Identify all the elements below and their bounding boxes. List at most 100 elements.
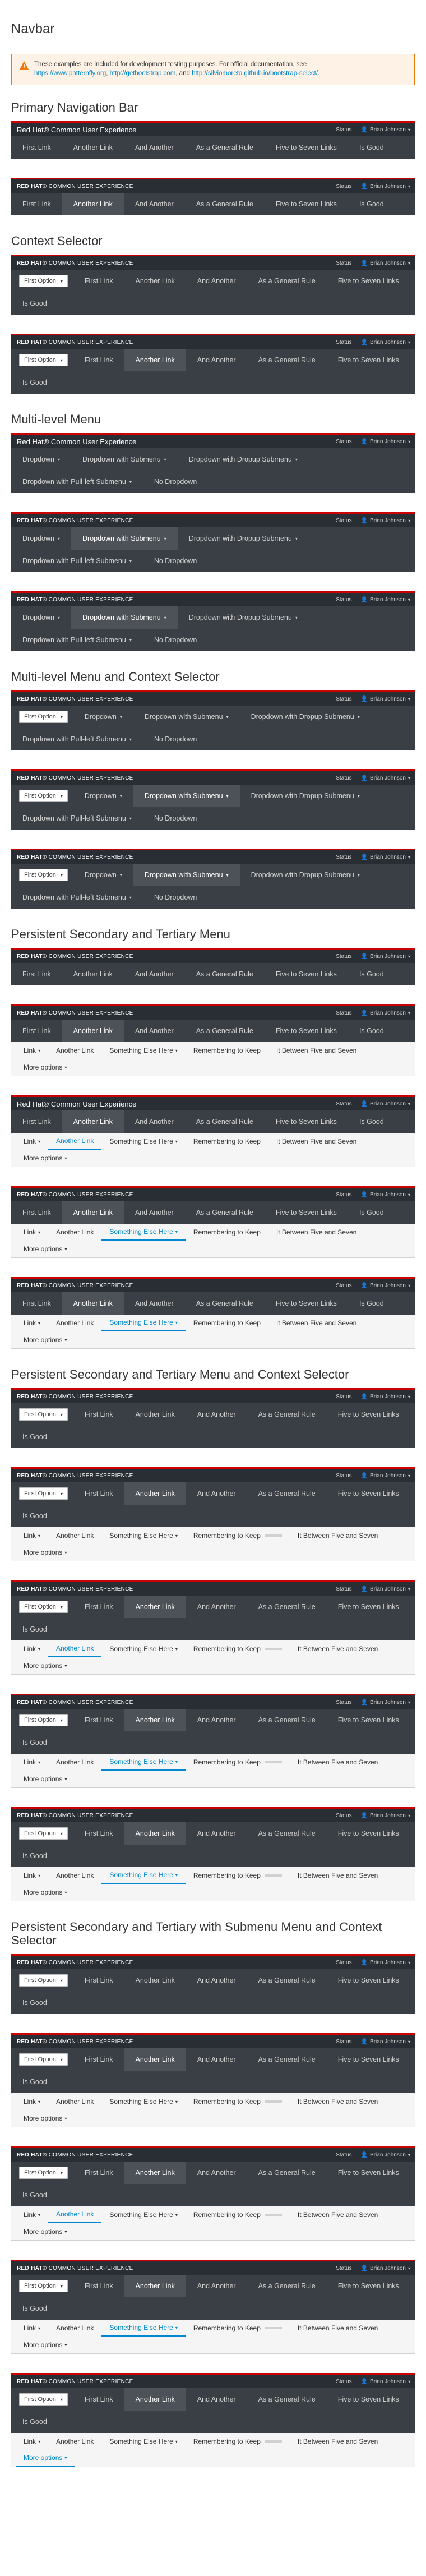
primary-nav-item[interactable]: Dropdown with Pull-left Submenu ▾ — [11, 807, 143, 830]
primary-nav-item[interactable]: And Another — [186, 1969, 247, 1992]
primary-nav-item[interactable]: Another Link — [124, 2275, 186, 2297]
brand-logo[interactable]: RED HAT® COMMON USER EXPERIENCE — [17, 2265, 133, 2271]
secondary-nav-item[interactable]: Link ▾ — [16, 1867, 48, 1884]
primary-nav-item[interactable]: And Another — [124, 193, 185, 215]
primary-nav-item[interactable]: First Link — [73, 2388, 124, 2411]
primary-nav-item[interactable]: Is Good — [348, 963, 395, 985]
status-link[interactable]: Status — [336, 339, 351, 345]
secondary-nav-item[interactable]: More options ▾ — [16, 1544, 75, 1561]
primary-nav-item[interactable]: Is Good — [11, 2297, 58, 2320]
primary-nav-item[interactable]: Is Good — [348, 1020, 395, 1042]
secondary-nav-item[interactable]: More options ▾ — [16, 2337, 75, 2353]
primary-nav-item[interactable]: Dropdown with Submenu ▾ — [133, 864, 240, 886]
primary-nav-item[interactable]: And Another — [186, 2048, 247, 2071]
primary-nav-item[interactable]: Five to Seven Links — [327, 2388, 410, 2411]
status-link[interactable]: Status — [336, 127, 351, 133]
primary-nav-item[interactable]: As a General Rule — [247, 2048, 327, 2071]
primary-nav-item[interactable]: As a General Rule — [185, 1110, 265, 1133]
primary-nav-item[interactable]: Another Link — [62, 193, 124, 215]
secondary-nav-item[interactable]: Another Link — [48, 2320, 101, 2337]
secondary-nav-item[interactable]: Remembering to Keep — [186, 2320, 290, 2337]
brand-logo[interactable]: RED HAT® COMMON USER EXPERIENCE — [17, 696, 133, 702]
primary-nav-item[interactable]: Five to Seven Links — [327, 1482, 410, 1505]
primary-nav-item[interactable]: And Another — [124, 136, 185, 159]
primary-nav-item[interactable]: And Another — [186, 1709, 247, 1731]
secondary-nav-item[interactable]: Something Else Here ▾ — [101, 2093, 185, 2110]
primary-nav-item[interactable]: Is Good — [348, 193, 395, 215]
primary-nav-item[interactable]: First Link — [11, 1292, 62, 1315]
primary-nav-item[interactable]: Five to Seven Links — [327, 2162, 410, 2184]
primary-nav-item[interactable]: First Link — [11, 193, 62, 215]
primary-nav-item[interactable]: Dropdown with Dropup Submenu ▾ — [178, 527, 309, 550]
primary-nav-item[interactable]: Dropdown with Pull-left Submenu ▾ — [11, 471, 143, 493]
secondary-nav-item[interactable]: Something Else Here ▾ — [101, 1042, 185, 1059]
user-menu[interactable]: 👤 Brian Johnson ▾ — [361, 339, 410, 345]
primary-nav-item[interactable]: Dropdown with Submenu ▾ — [133, 706, 240, 728]
primary-nav-item[interactable]: Another Link — [124, 270, 186, 292]
primary-nav-item[interactable]: Five to Seven Links — [327, 349, 410, 371]
secondary-nav-item[interactable]: It Between Five and Seven — [290, 2320, 386, 2337]
status-link[interactable]: Status — [336, 2379, 351, 2385]
primary-nav-item[interactable]: Five to Seven Links — [265, 193, 348, 215]
secondary-nav-item[interactable]: Another Link — [48, 1867, 101, 1884]
user-menu[interactable]: 👤 Brian Johnson ▾ — [361, 1960, 410, 1966]
primary-nav-item[interactable]: Is Good — [11, 2411, 58, 2433]
secondary-nav-item[interactable]: Link ▾ — [16, 1640, 48, 1657]
secondary-nav-item[interactable]: Another Link — [48, 2093, 101, 2110]
primary-nav-item[interactable]: Another Link — [124, 2388, 186, 2411]
primary-nav-item[interactable]: Dropdown with Pull-left Submenu ▾ — [11, 728, 143, 750]
secondary-nav-item[interactable]: It Between Five and Seven — [290, 1754, 386, 1771]
primary-nav-item[interactable]: Is Good — [11, 1845, 58, 1867]
secondary-nav-item[interactable]: It Between Five and Seven — [290, 2206, 386, 2223]
primary-nav-item[interactable]: First Link — [73, 1822, 124, 1845]
primary-nav-item[interactable]: Five to Seven Links — [327, 1969, 410, 1992]
secondary-nav-item[interactable]: Another Link — [48, 1224, 101, 1241]
primary-nav-item[interactable]: Another Link — [124, 2162, 186, 2184]
primary-nav-item[interactable]: As a General Rule — [247, 349, 327, 371]
secondary-nav-item[interactable]: Something Else Here ▾ — [101, 1315, 186, 1331]
user-menu[interactable]: 👤 Brian Johnson ▾ — [361, 127, 410, 133]
primary-nav-item[interactable]: First Link — [73, 349, 124, 371]
user-menu[interactable]: 👤 Brian Johnson ▾ — [361, 1101, 410, 1107]
primary-nav-item[interactable]: Another Link — [124, 2048, 186, 2071]
secondary-nav-item[interactable]: It Between Five and Seven — [268, 1133, 364, 1150]
secondary-nav-item[interactable]: It Between Five and Seven — [290, 1527, 386, 1544]
user-menu[interactable]: 👤 Brian Johnson ▾ — [361, 1813, 410, 1819]
primary-nav-item[interactable]: As a General Rule — [247, 1709, 327, 1731]
primary-nav-item[interactable]: As a General Rule — [185, 1020, 265, 1042]
secondary-nav-item[interactable]: Remembering to Keep — [186, 2206, 290, 2223]
context-selector[interactable]: First Option ▾ — [19, 1408, 68, 1421]
primary-nav-item[interactable]: Another Link — [62, 136, 124, 159]
user-menu[interactable]: 👤 Brian Johnson ▾ — [361, 1010, 410, 1016]
primary-nav-item[interactable]: First Link — [11, 136, 62, 159]
primary-nav-item[interactable]: Dropdown with Dropup Submenu ▾ — [240, 706, 371, 728]
primary-nav-item[interactable]: Five to Seven Links — [265, 963, 348, 985]
secondary-nav-item[interactable]: Link ▾ — [16, 1042, 48, 1059]
context-selector[interactable]: First Option ▾ — [19, 1827, 68, 1840]
primary-nav-item[interactable]: Dropdown with Dropup Submenu ▾ — [178, 606, 309, 629]
brand-logo[interactable]: RED HAT® COMMON USER EXPERIENCE — [17, 953, 133, 960]
status-link[interactable]: Status — [336, 260, 351, 266]
primary-nav-item[interactable]: As a General Rule — [247, 2388, 327, 2411]
user-menu[interactable]: 👤 Brian Johnson ▾ — [361, 2379, 410, 2385]
primary-nav-item[interactable]: As a General Rule — [185, 136, 265, 159]
primary-nav-item[interactable]: First Link — [73, 2275, 124, 2297]
secondary-nav-item[interactable]: It Between Five and Seven — [268, 1042, 364, 1059]
context-selector[interactable]: First Option ▾ — [19, 354, 68, 366]
primary-nav-item[interactable]: Dropdown with Pull-left Submenu ▾ — [11, 886, 143, 909]
secondary-nav-item[interactable]: Link ▾ — [16, 1527, 48, 1544]
context-selector[interactable]: First Option ▾ — [19, 790, 68, 802]
brand-logo[interactable]: RED HAT® COMMON USER EXPERIENCE — [17, 854, 133, 860]
secondary-nav-item[interactable]: It Between Five and Seven — [290, 2093, 386, 2110]
primary-nav-item[interactable]: As a General Rule — [247, 2162, 327, 2184]
status-link[interactable]: Status — [336, 1586, 351, 1592]
secondary-nav-item[interactable]: Another Link — [48, 1315, 101, 1331]
primary-nav-item[interactable]: Five to Seven Links — [327, 1596, 410, 1618]
secondary-nav-item[interactable]: More options ▾ — [16, 1331, 75, 1348]
user-menu[interactable]: 👤 Brian Johnson ▾ — [361, 597, 410, 603]
secondary-nav-item[interactable]: Something Else Here ▾ — [101, 1754, 186, 1771]
primary-nav-item[interactable]: Five to Seven Links — [265, 1110, 348, 1133]
secondary-nav-item[interactable]: More options ▾ — [16, 2223, 75, 2240]
primary-nav-item[interactable]: Another Link — [124, 1403, 186, 1426]
primary-nav-item[interactable]: As a General Rule — [247, 270, 327, 292]
